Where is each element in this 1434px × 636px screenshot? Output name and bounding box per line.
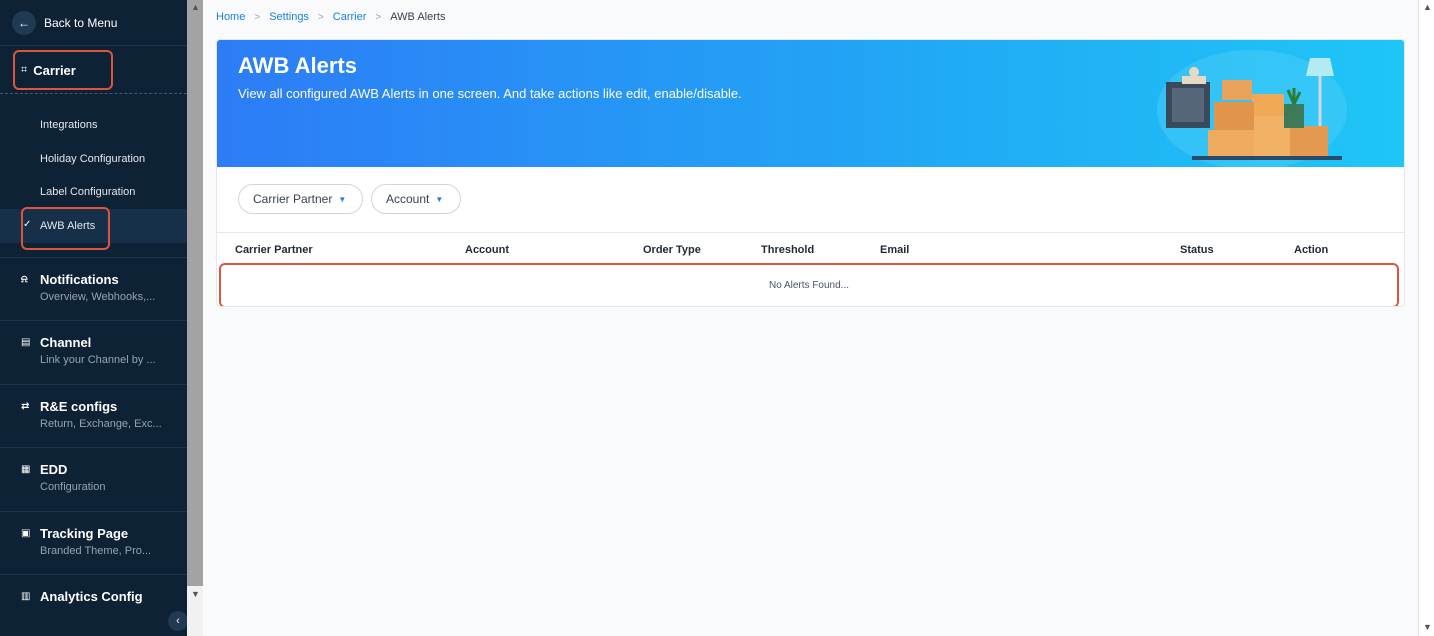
back-to-menu-label: Back to Menu (44, 15, 118, 30)
column-header-order-type: Order Type (643, 244, 701, 256)
empty-message: No Alerts Found... (768, 280, 850, 291)
edd-title: EDD (40, 462, 68, 477)
scroll-up-icon[interactable]: ▲ (1423, 2, 1432, 12)
page-icon: ▣ (21, 528, 31, 539)
page-banner: AWB Alerts View all configured AWB Alert… (217, 40, 1404, 167)
column-header-account: Account (465, 244, 509, 256)
edd-subtitle: Configuration (40, 481, 106, 493)
sidebar-section-edd[interactable]: ▦ EDD Configuration (0, 447, 187, 511)
sidebar-section-analytics-config[interactable]: ▥ Analytics Config (0, 574, 187, 636)
table-empty-row: No Alerts Found... (219, 263, 1399, 306)
chevron-right-icon: > (375, 11, 382, 23)
awb-alerts-highlight (21, 207, 110, 250)
awb-alerts-card: AWB Alerts View all configured AWB Alert… (216, 39, 1405, 307)
channel-subtitle: Link your Channel by ... (40, 354, 156, 366)
account-filter-label: Account (386, 192, 430, 206)
carrier-partner-filter[interactable]: Carrier Partner ▼ (238, 184, 363, 214)
caret-down-icon: ▼ (338, 194, 347, 204)
breadcrumb-settings[interactable]: Settings (269, 11, 309, 23)
re-configs-title: R&E configs (40, 399, 118, 414)
caret-down-icon: ▼ (435, 194, 444, 204)
bell-icon: ⍾ (21, 274, 28, 285)
sidebar: ← Back to Menu ⌗ Carrier Integrations Ho… (0, 0, 187, 636)
breadcrumb: Home > Settings > Carrier > AWB Alerts (216, 11, 445, 23)
sidebar-section-channel[interactable]: ▤ Channel Link your Channel by ... (0, 320, 187, 384)
arrow-left-icon: ← (12, 10, 36, 35)
scroll-down-icon[interactable]: ▼ (1423, 622, 1432, 632)
moving-boxes-illustration (1157, 50, 1347, 167)
carrier-partner-filter-label: Carrier Partner (253, 192, 333, 206)
sidebar-scrollbar[interactable]: ▲ ▼ (187, 0, 203, 636)
sidebar-section-notifications[interactable]: ⍾ Notifications Overview, Webhooks,... (0, 257, 187, 320)
table-header: Carrier Partner Account Order Type Thres… (217, 232, 1404, 260)
tracking-page-title: Tracking Page (40, 526, 129, 541)
chevron-right-icon: > (254, 11, 261, 23)
carrier-menu-button[interactable]: ⌗ Carrier (13, 50, 113, 90)
breadcrumb-carrier[interactable]: Carrier (333, 11, 367, 23)
page-description: View all configured AWB Alerts in one sc… (238, 86, 742, 101)
re-configs-subtitle: Return, Exchange, Exc... (40, 418, 162, 430)
main-scrollbar[interactable]: ▲ ▼ (1418, 0, 1434, 636)
sidebar-section-tracking-page[interactable]: ▣ Tracking Page Branded Theme, Pro... (0, 511, 187, 574)
carrier-label: Carrier (33, 62, 76, 78)
sidebar-item-integrations[interactable]: Integrations (40, 119, 97, 131)
sidebar-item-holiday-configuration[interactable]: Holiday Configuration (40, 153, 145, 165)
account-filter[interactable]: Account ▼ (371, 184, 461, 214)
breadcrumb-home[interactable]: Home (216, 11, 245, 23)
column-header-carrier-partner: Carrier Partner (235, 244, 313, 256)
chevron-left-icon: ‹ (176, 615, 180, 627)
page-title: AWB Alerts (238, 53, 357, 78)
sidebar-section-re-configs[interactable]: ⇄ R&E configs Return, Exchange, Exc... (0, 384, 187, 447)
column-header-status: Status (1180, 244, 1214, 256)
scroll-down-icon[interactable]: ▼ (191, 589, 200, 599)
swap-icon: ⇄ (21, 401, 30, 412)
back-to-menu-button[interactable]: ← Back to Menu (0, 0, 187, 46)
column-header-email: Email (880, 244, 910, 256)
notifications-title: Notifications (40, 272, 119, 287)
channel-title: Channel (40, 335, 92, 350)
tracking-page-subtitle: Branded Theme, Pro... (40, 545, 152, 557)
breadcrumb-current: AWB Alerts (390, 11, 446, 23)
sidebar-item-label-configuration[interactable]: Label Configuration (40, 186, 135, 198)
collapse-sidebar-button[interactable]: ‹ (168, 611, 187, 631)
scroll-up-icon[interactable]: ▲ (191, 2, 200, 12)
notifications-subtitle: Overview, Webhooks,... (40, 291, 156, 303)
hierarchy-icon: ⌗ (21, 63, 28, 76)
bar-chart-icon: ▥ (21, 591, 31, 602)
sidebar-scrollbar-thumb[interactable] (187, 0, 203, 586)
sidebar-section-carrier: ⌗ Carrier (0, 48, 187, 94)
store-icon: ▤ (21, 337, 31, 348)
calendar-icon: ▦ (21, 464, 31, 475)
chevron-right-icon: > (317, 11, 324, 23)
column-header-threshold: Threshold (761, 244, 815, 256)
analytics-config-title: Analytics Config (40, 589, 143, 604)
column-header-action: Action (1294, 244, 1329, 256)
